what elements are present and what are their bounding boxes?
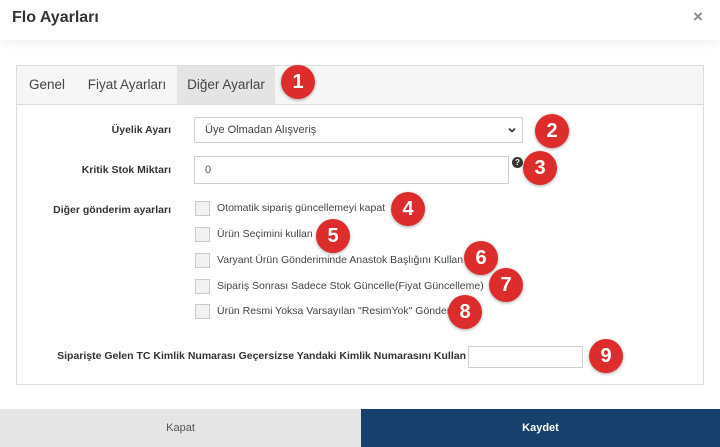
option-label: Sipariş Sonrası Sadece Stok Güncelle(Fiy…: [217, 280, 484, 292]
tc-identity-label: Siparişte Gelen TC Kimlik Numarası Geçer…: [57, 350, 466, 362]
annotation-badge: 6: [464, 241, 498, 275]
checkbox[interactable]: [195, 201, 210, 216]
option-label: Varyant Ürün Gönderiminde Anastok Başlığ…: [217, 254, 464, 266]
checkbox[interactable]: [195, 279, 210, 294]
critical-stock-label: Kritik Stok Miktarı: [81, 164, 171, 176]
modal-title: Flo Ayarları: [12, 9, 99, 26]
annotation-badge: 7: [489, 268, 523, 302]
checkbox[interactable]: [195, 227, 210, 242]
option-label: Ürün Seçimini kullan: [217, 228, 313, 240]
checkbox[interactable]: [195, 253, 210, 268]
critical-stock-input[interactable]: [194, 156, 509, 184]
membership-label: Üyelik Ayarı: [111, 124, 171, 136]
membership-select[interactable]: Üye Olmadan Alışveriş: [194, 117, 523, 143]
close-button[interactable]: Kapat: [0, 409, 361, 447]
tab-diger-ayarlar[interactable]: Diğer Ayarlar: [177, 66, 275, 104]
close-icon[interactable]: ×: [690, 8, 706, 26]
tab-fiyat-ayarlari[interactable]: Fiyat Ayarları: [77, 66, 177, 104]
annotation-badge: 9: [589, 339, 623, 373]
annotation-badge: 3: [523, 151, 557, 185]
annotation-badge: 4: [391, 192, 425, 226]
modal-header: Flo Ayarları ×: [0, 0, 720, 40]
annotation-badge: 2: [535, 114, 569, 148]
tab-genel[interactable]: Genel: [17, 66, 77, 104]
membership-selected-value: Üye Olmadan Alışveriş: [205, 124, 317, 136]
checkbox[interactable]: [195, 304, 210, 319]
chevron-down-icon: [508, 127, 516, 133]
annotation-badge: 1: [281, 65, 315, 99]
annotation-badge: 8: [448, 295, 482, 329]
question-circle-icon[interactable]: ?: [512, 157, 523, 168]
option-label: Otomatik sipariş güncellemeyi kapat: [217, 202, 386, 214]
settings-panel: Genel Fiyat Ayarları Diğer Ayarlar: [16, 65, 704, 385]
other-sending-label: Diğer gönderim ayarları: [53, 204, 171, 216]
annotation-badge: 5: [316, 219, 350, 253]
option-label: Ürün Resmi Yoksa Varsayılan "ResimYok" G…: [217, 305, 451, 317]
tab-bar: Genel Fiyat Ayarları Diğer Ayarlar: [17, 66, 703, 105]
save-button[interactable]: Kaydet: [361, 409, 720, 447]
tc-identity-input[interactable]: [468, 346, 583, 368]
